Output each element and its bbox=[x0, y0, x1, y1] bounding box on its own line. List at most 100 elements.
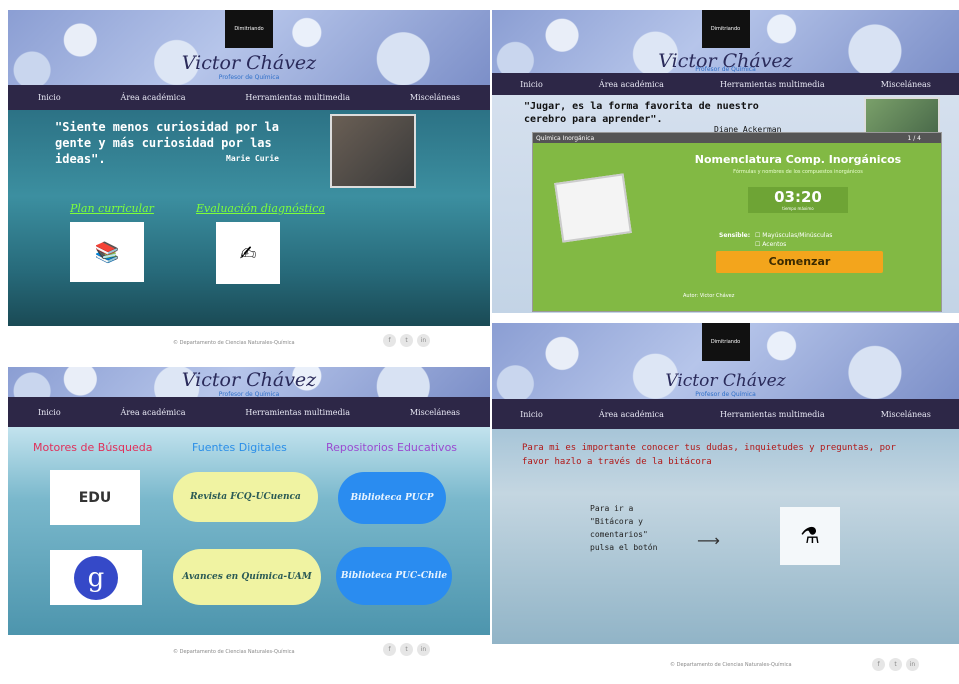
main-nav: Inicio Área académica Herramientas multi… bbox=[8, 85, 490, 110]
main-nav: Inicio Área académica Herramientas multi… bbox=[8, 397, 490, 427]
site-subtitle: Profesor de Química bbox=[218, 391, 280, 398]
quiz-toolbar: Química Inorgánica 1 / 4 bbox=[533, 133, 941, 143]
google-scholar-link[interactable]: g bbox=[50, 550, 142, 605]
quiz-author: Autor: Victor Chávez bbox=[683, 293, 735, 299]
twitter-icon[interactable]: t bbox=[400, 643, 413, 656]
page-footer: © Departamento de Ciencias Naturales-Quí… bbox=[492, 644, 959, 684]
site-banner: Victor Chávez Profesor de Química bbox=[8, 367, 490, 398]
nav-item-inicio[interactable]: Inicio bbox=[38, 93, 61, 102]
main-content: Motores de Búsqueda Fuentes Digitales Re… bbox=[8, 427, 490, 635]
panel-miscellaneous: Dimitriando Victor Chávez Profesor de Qu… bbox=[492, 323, 959, 684]
students-image bbox=[864, 97, 940, 135]
arrow-right-icon: ⟶ bbox=[697, 531, 720, 550]
biblioteca-pucp-link[interactable]: Biblioteca PUCP bbox=[338, 472, 446, 524]
page-footer: © Departamento de Ciencias Naturales-Quí… bbox=[8, 635, 490, 671]
social-links: f t in bbox=[383, 643, 430, 656]
quiz-bar-title: Química Inorgánica bbox=[536, 134, 595, 142]
site-subtitle: Profesor de Química bbox=[218, 74, 280, 81]
category-search-engines: Motores de Búsqueda bbox=[33, 441, 153, 454]
biblioteca-puc-chile-link[interactable]: Biblioteca PUC-Chile bbox=[336, 547, 452, 605]
avances-quimica-link[interactable]: Avances en Química-UAM bbox=[173, 549, 321, 605]
google-icon: g bbox=[74, 555, 118, 600]
linkedin-icon[interactable]: in bbox=[906, 658, 919, 671]
footer-text: © Departamento de Ciencias Naturales-Quí… bbox=[173, 649, 295, 655]
quiz-title: Nomenclatura Comp. Inorgánicos bbox=[694, 153, 902, 166]
youtube-edu-label: EDU bbox=[78, 489, 112, 506]
nav-item-area-academica[interactable]: Área académica bbox=[599, 410, 664, 419]
site-name: Victor Chávez bbox=[665, 371, 786, 391]
site-subtitle: Profesor de Química bbox=[695, 66, 756, 73]
main-nav: Inicio Área académica Herramientas multi… bbox=[492, 399, 959, 429]
option-case[interactable]: ☐ Mayúsculas/Minúsculas bbox=[755, 231, 832, 240]
youtube-edu-link[interactable]: EDU bbox=[50, 470, 140, 525]
page-footer: © Departamento de Ciencias Naturales-Quí… bbox=[8, 326, 490, 362]
quiz-options: Sensible: ☐ Mayúsculas/Minúsculas ☐ Acen… bbox=[719, 231, 832, 249]
main-nav: Inicio Área académica Herramientas multi… bbox=[492, 73, 959, 95]
books-icon[interactable]: 📚 bbox=[70, 222, 144, 282]
panel-multimedia: Dimitriando Victor Chávez Profesor de Qu… bbox=[492, 10, 959, 328]
checklist-icon bbox=[554, 173, 632, 243]
site-banner: Dimitriando Victor Chávez Profesor de Qu… bbox=[8, 10, 490, 85]
quiz-timer: 03:20 tiempo máximo bbox=[748, 187, 848, 213]
option-accents[interactable]: ☐ Acentos bbox=[755, 240, 832, 249]
evaluacion-diagnostica-link[interactable]: Evaluación diagnóstica bbox=[196, 202, 325, 215]
quote-author: Marie Curie bbox=[226, 154, 279, 163]
site-logo[interactable]: Dimitriando bbox=[701, 323, 750, 361]
timer-value: 03:20 bbox=[774, 188, 822, 206]
site-banner: Dimitriando Victor Chávez Profesor de Qu… bbox=[492, 323, 959, 399]
site-name: Victor Chávez bbox=[181, 369, 317, 391]
nav-item-inicio[interactable]: Inicio bbox=[520, 80, 543, 89]
marie-curie-image bbox=[330, 114, 416, 188]
site-logo[interactable]: Dimitriando bbox=[225, 10, 273, 48]
site-logo[interactable]: Dimitriando bbox=[701, 10, 750, 48]
linkedin-icon[interactable]: in bbox=[417, 334, 430, 347]
twitter-icon[interactable]: t bbox=[889, 658, 902, 671]
panel-home: Dimitriando Victor Chávez Profesor de Qu… bbox=[8, 10, 490, 362]
main-content: Para mi es importante conocer tus dudas,… bbox=[492, 429, 959, 644]
nav-item-area-academica[interactable]: Área académica bbox=[599, 80, 664, 89]
nav-item-herramientas[interactable]: Herramientas multimedia bbox=[720, 410, 825, 419]
footer-text: © Departamento de Ciencias Naturales-Quí… bbox=[173, 340, 295, 346]
timer-label: tiempo máximo bbox=[782, 206, 814, 211]
facebook-icon[interactable]: f bbox=[872, 658, 885, 671]
social-links: f t in bbox=[872, 658, 919, 671]
facebook-icon[interactable]: f bbox=[383, 643, 396, 656]
quote-text: "Jugar, es la forma favorita de nuestro … bbox=[524, 101, 759, 125]
flask-icon: ⚗ bbox=[800, 523, 820, 549]
quiz-embed: Química Inorgánica 1 / 4 Nomenclatura Co… bbox=[532, 132, 942, 312]
nav-item-herramientas[interactable]: Herramientas multimedia bbox=[245, 408, 350, 417]
nav-item-miscelaneas[interactable]: Misceláneas bbox=[410, 93, 460, 102]
quiz-subtitle: Fórmulas y nombres de los compuestos ino… bbox=[733, 169, 863, 175]
student-writing-icon[interactable]: ✍ bbox=[216, 222, 280, 284]
twitter-icon[interactable]: t bbox=[400, 334, 413, 347]
site-banner: Dimitriando Victor Chávez Profesor de Qu… bbox=[492, 10, 959, 73]
plan-curricular-link[interactable]: Plan curricular bbox=[70, 202, 154, 215]
main-content: "Jugar, es la forma favorita de nuestro … bbox=[492, 95, 959, 313]
revista-fcq-link[interactable]: Revista FCQ-UCuenca bbox=[173, 472, 318, 522]
quiz-page[interactable]: 1 / 4 bbox=[908, 135, 941, 142]
facebook-icon[interactable]: f bbox=[383, 334, 396, 347]
bitacora-instruction: Para ir a "Bitácora y comentarios" pulsa… bbox=[590, 504, 658, 552]
nav-item-herramientas[interactable]: Herramientas multimedia bbox=[720, 80, 825, 89]
nav-item-miscelaneas[interactable]: Misceláneas bbox=[881, 80, 931, 89]
category-repositories: Repositorios Educativos bbox=[326, 441, 458, 454]
nav-item-area-academica[interactable]: Área académica bbox=[121, 408, 186, 417]
nav-item-area-academica[interactable]: Área académica bbox=[121, 93, 186, 102]
bitacora-flask-button[interactable]: ⚗ bbox=[780, 507, 840, 565]
nav-item-inicio[interactable]: Inicio bbox=[520, 410, 543, 419]
site-name: Victor Chávez bbox=[181, 52, 317, 74]
nav-item-inicio[interactable]: Inicio bbox=[38, 408, 61, 417]
linkedin-icon[interactable]: in bbox=[417, 643, 430, 656]
category-digital-sources: Fuentes Digitales bbox=[192, 441, 287, 454]
site-subtitle: Profesor de Química bbox=[695, 391, 756, 398]
bitacora-intro-text: Para mi es importante conocer tus dudas,… bbox=[522, 443, 896, 467]
nav-item-herramientas[interactable]: Herramientas multimedia bbox=[245, 93, 350, 102]
nav-item-miscelaneas[interactable]: Misceláneas bbox=[410, 408, 460, 417]
start-button[interactable]: Comenzar bbox=[716, 251, 883, 273]
social-links: f t in bbox=[383, 334, 430, 347]
panel-resources: Victor Chávez Profesor de Química Inicio… bbox=[8, 367, 490, 680]
main-content: "Siente menos curiosidad por la gente y … bbox=[8, 110, 490, 326]
sensible-label: Sensible: bbox=[719, 232, 751, 239]
nav-item-miscelaneas[interactable]: Misceláneas bbox=[881, 410, 931, 419]
screenshot-collage: Dimitriando Victor Chávez Profesor de Qu… bbox=[0, 0, 959, 684]
